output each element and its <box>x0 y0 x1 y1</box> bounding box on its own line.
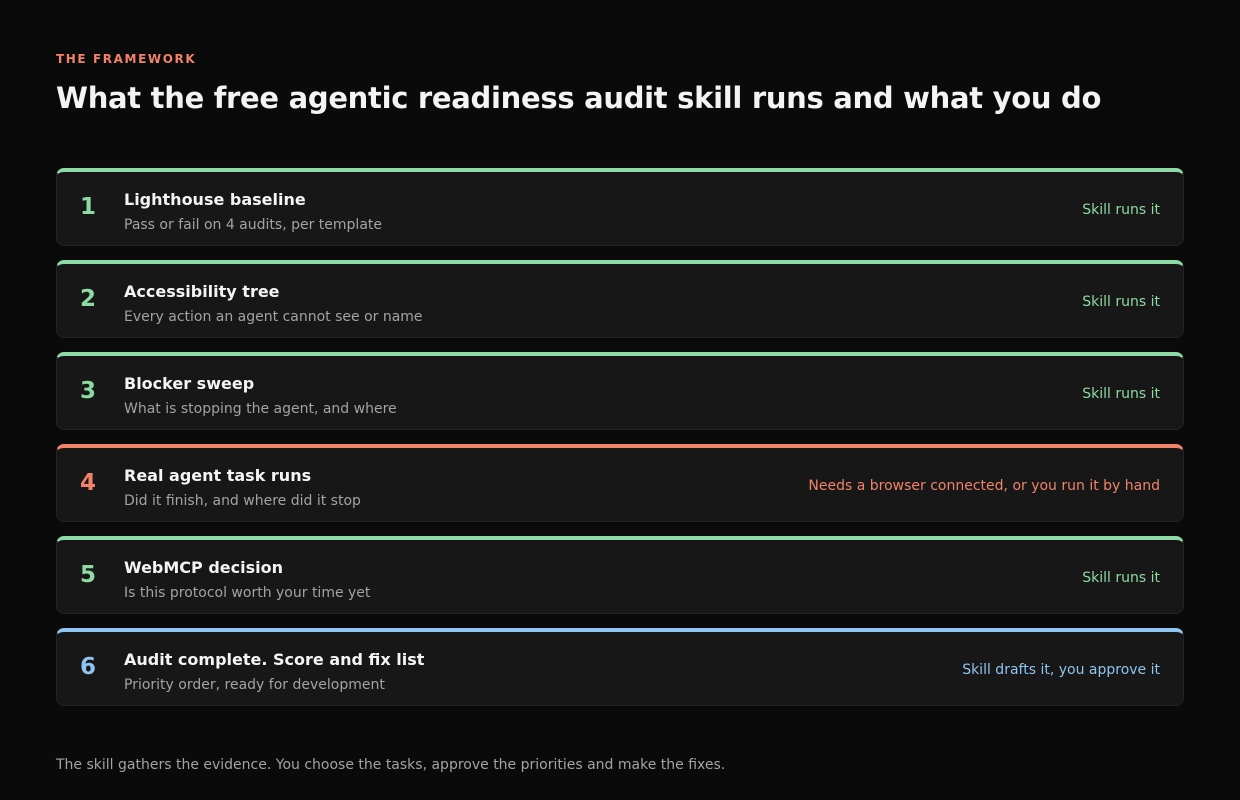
step-card-5: 5 WebMCP decision Is this protocol worth… <box>56 536 1184 614</box>
step-title: Accessibility tree <box>124 282 280 301</box>
step-card-4: 4 Real agent task runs Did it finish, an… <box>56 444 1184 522</box>
step-card-6: 6 Audit complete. Score and fix list Pri… <box>56 628 1184 706</box>
step-number: 5 <box>80 562 97 588</box>
step-number: 3 <box>80 378 97 404</box>
step-card-3: 3 Blocker sweep What is stopping the age… <box>56 352 1184 430</box>
step-status: Skill drafts it, you approve it <box>962 662 1160 678</box>
step-description: Did it finish, and where did it stop <box>124 493 361 509</box>
step-description: What is stopping the agent, and where <box>124 401 397 417</box>
step-title: WebMCP decision <box>124 558 284 577</box>
steps-list: 1 Lighthouse baseline Pass or fail on 4 … <box>56 168 1184 720</box>
footer-note: The skill gathers the evidence. You choo… <box>56 757 726 773</box>
step-status: Skill runs it <box>1082 570 1160 586</box>
step-status: Skill runs it <box>1082 294 1160 310</box>
step-title: Blocker sweep <box>124 374 255 393</box>
step-number: 1 <box>80 194 97 220</box>
step-number: 2 <box>80 286 97 312</box>
step-status: Skill runs it <box>1082 386 1160 402</box>
step-description: Is this protocol worth your time yet <box>124 585 371 601</box>
eyebrow-label: THE FRAMEWORK <box>56 52 197 66</box>
step-description: Priority order, ready for development <box>124 677 385 693</box>
step-number: 4 <box>80 470 97 496</box>
step-card-1: 1 Lighthouse baseline Pass or fail on 4 … <box>56 168 1184 246</box>
step-status: Needs a browser connected, or you run it… <box>808 478 1160 494</box>
step-card-2: 2 Accessibility tree Every action an age… <box>56 260 1184 338</box>
step-status: Skill runs it <box>1082 202 1160 218</box>
step-title: Audit complete. Score and fix list <box>124 650 425 669</box>
page-title: What the free agentic readiness audit sk… <box>56 81 1102 115</box>
step-description: Every action an agent cannot see or name <box>124 309 423 325</box>
step-number: 6 <box>80 654 97 680</box>
step-description: Pass or fail on 4 audits, per template <box>124 217 383 233</box>
step-title: Lighthouse baseline <box>124 190 306 209</box>
step-title: Real agent task runs <box>124 466 312 485</box>
